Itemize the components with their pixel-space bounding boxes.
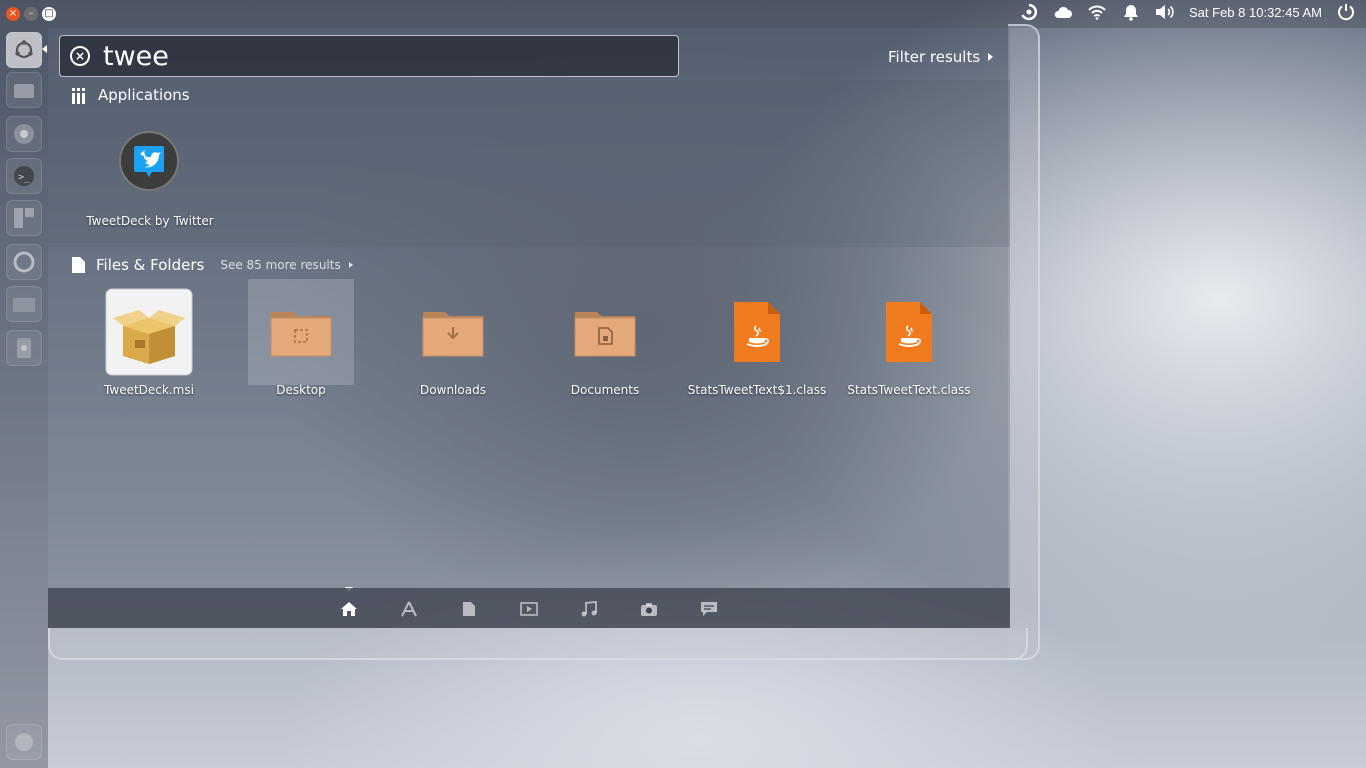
applications-lens-icon[interactable] xyxy=(400,600,418,618)
file-result-desktop[interactable]: Desktop xyxy=(248,279,354,397)
triangle-right-icon xyxy=(348,262,353,268)
file-result-label: StatsTweetText$1.class xyxy=(687,383,827,397)
dash-home-icon[interactable] xyxy=(6,32,42,68)
device-icon[interactable] xyxy=(6,330,42,366)
file-result-statstweettext-class[interactable]: StatsTweetText.class xyxy=(847,279,971,397)
power-icon[interactable] xyxy=(1336,2,1356,22)
social-lens-icon[interactable] xyxy=(700,600,718,618)
file-result-downloads[interactable]: Downloads xyxy=(400,279,506,397)
see-more-label: See 85 more results xyxy=(220,258,341,272)
filter-results-label: Filter results xyxy=(888,48,981,66)
launcher-active-arrow xyxy=(42,45,47,53)
files-icon[interactable] xyxy=(6,72,42,108)
files-folders-title: Files & Folders xyxy=(96,256,205,274)
top-panel: × – □ Sat Feb 8 10:32:45 AM xyxy=(0,0,1366,28)
file-result-label: TweetDeck.msi xyxy=(104,383,194,397)
applications-category-icon xyxy=(72,87,85,104)
lens-bar xyxy=(48,588,1010,628)
maximize-button[interactable]: □ xyxy=(42,7,56,21)
file-result-label: Desktop xyxy=(276,383,326,397)
minimize-button[interactable]: – xyxy=(24,7,38,21)
dash-frame-right xyxy=(1008,24,1040,660)
file-result-label: StatsTweetText.class xyxy=(847,383,971,397)
window-controls: × – □ xyxy=(6,7,56,21)
ubuntu-one-icon[interactable] xyxy=(1019,2,1039,22)
see-more-results-link[interactable]: See 85 more results xyxy=(220,258,353,272)
applications-header: Applications xyxy=(71,86,190,104)
music-lens-icon[interactable] xyxy=(580,600,598,618)
volume-icon[interactable] xyxy=(1155,2,1175,22)
workspaces-icon[interactable] xyxy=(6,200,42,236)
package-icon xyxy=(105,288,193,376)
file-category-icon xyxy=(72,257,85,273)
file-result-label: Downloads xyxy=(420,383,486,397)
file-result-statstweettext1-class[interactable]: StatsTweetText$1.class xyxy=(688,279,826,397)
file-result-documents[interactable]: Documents xyxy=(552,279,658,397)
java-class-icon xyxy=(886,302,932,362)
ubuntu-one-launcher-icon[interactable] xyxy=(6,244,42,280)
notification-bell-icon[interactable] xyxy=(1121,2,1141,22)
file-result-tweetdeck-msi[interactable]: TweetDeck.msi xyxy=(96,279,202,397)
app-result-tweetdeck[interactable]: TweetDeck by Twitter xyxy=(86,130,214,240)
applications-title: Applications xyxy=(98,86,190,104)
close-button[interactable]: × xyxy=(6,7,20,21)
clear-icon[interactable]: × xyxy=(70,46,90,66)
clock[interactable]: Sat Feb 8 10:32:45 AM xyxy=(1189,5,1322,20)
java-class-icon xyxy=(734,302,780,362)
photo-lens-icon[interactable] xyxy=(640,600,658,618)
search-input[interactable] xyxy=(103,40,663,72)
svg-text:>_: >_ xyxy=(18,172,31,183)
search-box[interactable]: × xyxy=(59,35,679,77)
tweetdeck-icon xyxy=(119,131,179,191)
launcher: >_ xyxy=(0,28,48,768)
indicator-area: Sat Feb 8 10:32:45 AM xyxy=(1019,0,1356,24)
trash-icon[interactable] xyxy=(6,724,42,760)
cloud-icon[interactable] xyxy=(1053,2,1073,22)
triangle-right-icon xyxy=(988,53,994,61)
home-lens-icon[interactable] xyxy=(340,600,358,618)
files-folders-header: Files & Folders See 85 more results xyxy=(71,256,353,274)
video-lens-icon[interactable] xyxy=(520,600,538,618)
app-result-label: TweetDeck by Twitter xyxy=(86,214,214,228)
documents-folder-icon xyxy=(574,312,636,357)
chromium-icon[interactable] xyxy=(6,116,42,152)
desktop-folder-icon xyxy=(270,312,332,357)
downloads-folder-icon xyxy=(422,312,484,357)
folder-icon[interactable] xyxy=(6,286,42,322)
filter-results-button[interactable]: Filter results xyxy=(888,48,994,66)
wifi-icon[interactable] xyxy=(1087,2,1107,22)
file-result-label: Documents xyxy=(570,383,640,397)
files-lens-icon[interactable] xyxy=(460,600,478,618)
terminal-icon[interactable]: >_ xyxy=(6,158,42,194)
dash-frame-bottom xyxy=(48,628,1028,660)
